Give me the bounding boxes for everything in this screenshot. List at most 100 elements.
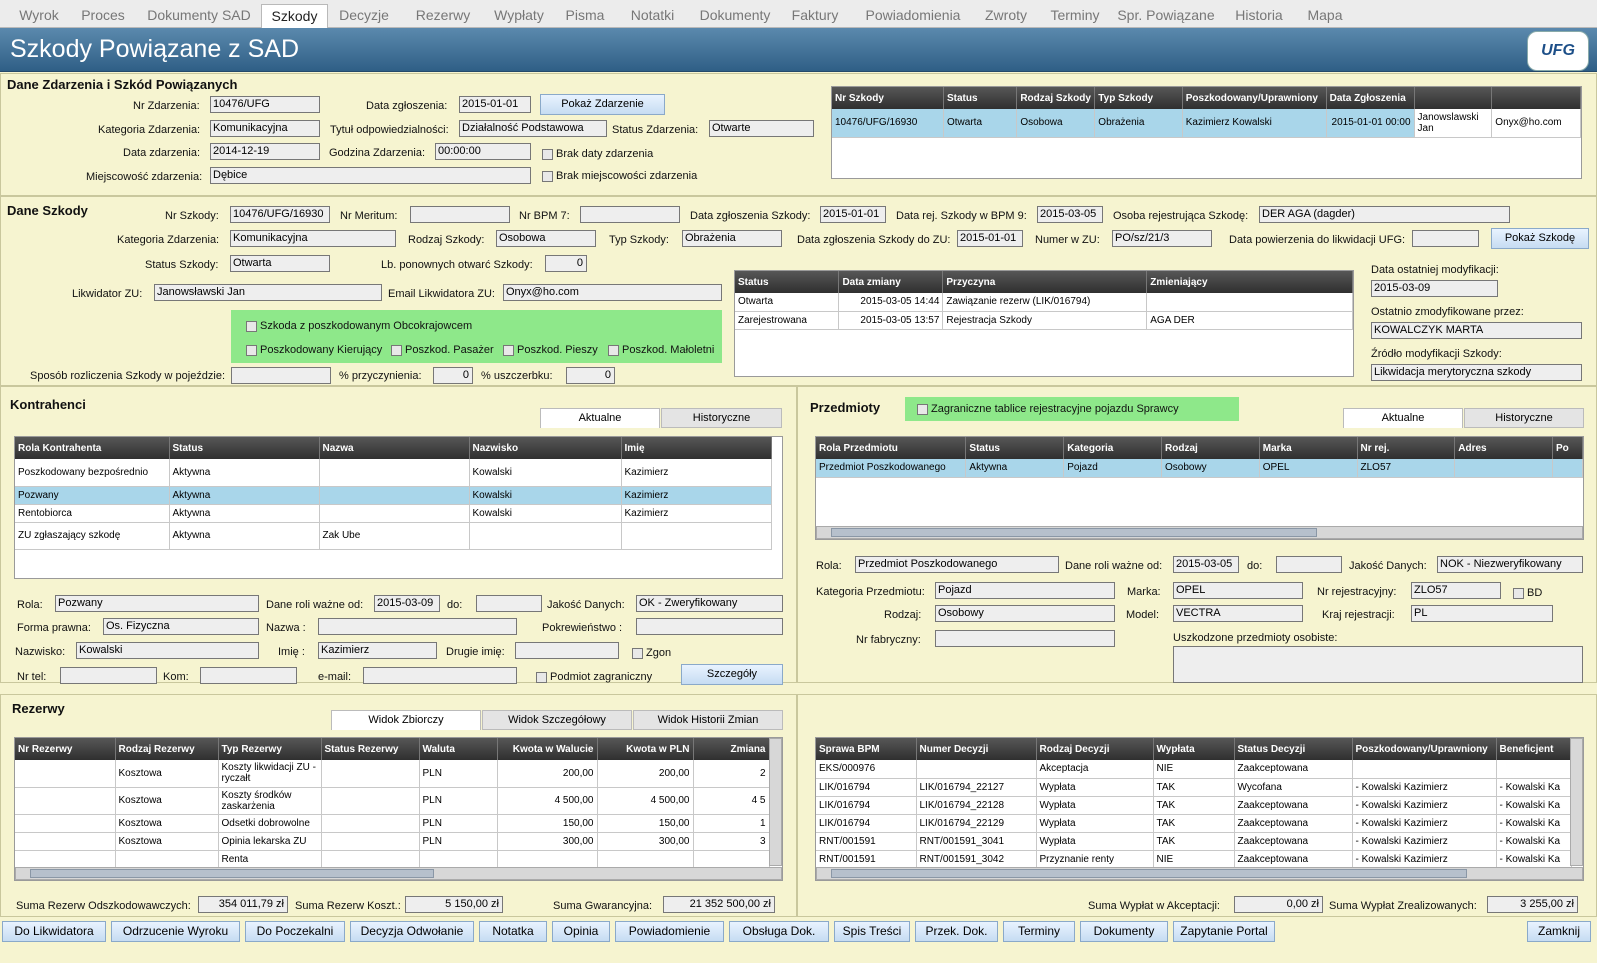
col-rodzaj-szkody[interactable]: Rodzaj Szkody xyxy=(1016,87,1096,109)
table-row[interactable]: LIK/016794 LIK/016794_22129 Wypłata TAK Zaak… xyxy=(816,814,1572,833)
data-zgloszenia-szkody-field[interactable]: 2015-01-01 xyxy=(820,206,886,223)
col-status[interactable]: Status xyxy=(735,271,840,293)
col-numer-decyzji[interactable]: Numer Decyzji xyxy=(916,738,1037,760)
zamknij-button[interactable]: Zamknij xyxy=(1527,921,1591,942)
table-row[interactable]: LIK/016794 LIK/016794_22127 Wypłata TAK Wyco… xyxy=(816,778,1572,797)
przedmioty-hscroll[interactable] xyxy=(816,526,1583,539)
godzina-zdarzenia-field[interactable]: 00:00:00 xyxy=(435,143,531,160)
col-data-zgloszenia[interactable]: Data Zgłoszenia xyxy=(1326,87,1415,109)
kontr-do-field[interactable] xyxy=(476,595,542,612)
tab-dokumenty-sad[interactable]: Dokumenty SAD xyxy=(140,4,258,28)
col-przyczyna[interactable]: Przyczyna xyxy=(942,271,1148,293)
sposob-rozliczenia-field[interactable] xyxy=(231,367,331,384)
table-row[interactable]: Kosztowa Koszty likwidacji ZU - ryczałt … xyxy=(15,760,770,788)
nr-rejestracyjny-field[interactable]: ZLO57 xyxy=(1411,582,1501,599)
brak-daty-checkbox[interactable] xyxy=(542,149,553,160)
table-row[interactable]: ZU zgłaszający szkodę Aktywna Zak Ube xyxy=(15,522,772,550)
col-rodzaj-decyzji[interactable]: Rodzaj Decyzji xyxy=(1036,738,1154,760)
przek-dok-button[interactable]: Przek. Dok. xyxy=(915,921,998,942)
do-poczekalni-button[interactable]: Do Poczekalni xyxy=(245,921,345,942)
kom-field[interactable] xyxy=(200,667,297,684)
rezerwy-tab-historii[interactable]: Widok Historii Zmian xyxy=(633,710,783,730)
typ-szkody-field[interactable]: Obrażenia xyxy=(682,230,782,247)
table-row[interactable]: EKS/000976 Akceptacja NIE Zaakceptowana xyxy=(816,760,1572,779)
uszczerbek-field[interactable]: 0 xyxy=(566,367,615,384)
rezerwy-hscroll[interactable] xyxy=(15,867,782,880)
podmiot-zagraniczny-checkbox[interactable] xyxy=(536,672,547,683)
table-row[interactable]: Kosztowa Opinia lekarska ZU PLN 300,00 3… xyxy=(15,832,770,851)
zagraniczne-tablice-checkbox[interactable] xyxy=(917,404,928,415)
col-rodzaj-rezerwy[interactable]: Rodzaj Rezerwy xyxy=(115,738,219,760)
kategoria-przedmiotu-field[interactable]: Pojazd xyxy=(935,582,1115,599)
col-waluta[interactable]: Waluta xyxy=(419,738,498,760)
rezerwy-vscroll[interactable] xyxy=(769,738,782,866)
tab-mapa[interactable]: Mapa xyxy=(1300,4,1350,28)
suma-rezerw-koszt-field[interactable]: 5 150,00 zł xyxy=(405,896,503,913)
kontrahenci-tab-historyczne[interactable]: Historyczne xyxy=(661,408,782,428)
col-rola[interactable]: Rola Kontrahenta xyxy=(15,437,170,459)
col-po[interactable]: Po xyxy=(1552,437,1583,459)
tab-spr-powiazane[interactable]: Spr. Powiązane xyxy=(1114,4,1218,28)
col-poszkodowany[interactable]: Poszkodowany/Uprawniony xyxy=(1182,87,1327,109)
nr-szkody-field[interactable]: 10476/UFG/16930 xyxy=(230,206,330,223)
table-row[interactable]: Zarejestrowana 2015-03-05 13:57 Rejestra… xyxy=(735,311,1353,330)
spis-tresci-button[interactable]: Spis Treści xyxy=(834,921,910,942)
pasazer-checkbox[interactable] xyxy=(391,345,402,356)
status-zdarzenia-field[interactable]: Otwarte xyxy=(709,120,814,137)
obsluga-dok-button[interactable]: Obsługa Dok. xyxy=(729,921,829,942)
col-nr-rezerwy[interactable]: Nr Rezerwy xyxy=(15,738,116,760)
terminy-button[interactable]: Terminy xyxy=(1003,921,1075,942)
tab-terminy[interactable]: Terminy xyxy=(1042,4,1108,28)
przedm-do-field[interactable] xyxy=(1276,556,1342,573)
tab-notatki[interactable]: Notatki xyxy=(620,4,685,28)
kierujacy-checkbox[interactable] xyxy=(246,345,257,356)
zrodlo-modyfikacji-field[interactable]: Likwidacja merytoryczna szkody xyxy=(1371,364,1582,381)
col-sprawa-bpm[interactable]: Sprawa BPM xyxy=(816,738,917,760)
maloletni-checkbox[interactable] xyxy=(608,345,619,356)
pokrewienstwo-field[interactable] xyxy=(636,618,783,635)
tab-powiadomienia[interactable]: Powiadomienia xyxy=(855,4,971,28)
bd-checkbox[interactable] xyxy=(1513,588,1524,599)
tab-faktury[interactable]: Faktury xyxy=(784,4,846,28)
zmodyfikowane-przez-field[interactable]: KOWALCZYK MARTA xyxy=(1371,322,1582,339)
szczegoly-button[interactable]: Szczegóły xyxy=(681,664,783,685)
col-marka[interactable]: Marka xyxy=(1259,437,1358,459)
col-zmieniajacy[interactable]: Zmieniający xyxy=(1146,271,1353,293)
tab-wyplaty[interactable]: Wypłaty xyxy=(486,4,552,28)
opinia-button[interactable]: Opinia xyxy=(552,921,610,942)
odrzucenie-wyroku-button[interactable]: Odrzucenie Wyroku xyxy=(111,921,240,942)
col-kwota-waluta[interactable]: Kwota w Walucie xyxy=(497,738,598,760)
suma-gwarancyjna-field[interactable]: 21 352 500,00 zł xyxy=(663,896,775,913)
col-status-decyzji[interactable]: Status Decyzji xyxy=(1234,738,1353,760)
tab-szkody[interactable]: Szkody xyxy=(261,4,328,28)
przedm-rola-field[interactable]: Przedmiot Poszkodowanego xyxy=(855,556,1059,573)
col-typ-szkody[interactable]: Typ Szkody xyxy=(1094,87,1183,109)
decyzje-vscroll[interactable] xyxy=(1570,738,1583,866)
col-status[interactable]: Status xyxy=(169,437,320,459)
table-row[interactable]: RNT/001591 RNT/001591_3042 Przyznanie rent… xyxy=(816,850,1572,869)
przedmioty-tab-historyczne[interactable]: Historyczne xyxy=(1464,408,1584,428)
tab-zwroty[interactable]: Zwroty xyxy=(976,4,1036,28)
table-row[interactable]: Otwarta 2015-03-05 14:44 Zawiązanie reze… xyxy=(735,293,1353,312)
col-wyplata[interactable]: Wypłata xyxy=(1153,738,1235,760)
nr-zdarzenia-field[interactable]: 10476/UFG xyxy=(210,96,320,113)
table-row[interactable]: 10476/UFG/16930 Otwarta Osobowa Obrażeni… xyxy=(832,109,1581,138)
przyczynienie-field[interactable]: 0 xyxy=(433,367,473,384)
nr-bpm7-field[interactable] xyxy=(580,206,680,223)
suma-rezerw-odszk-field[interactable]: 354 011,79 zł xyxy=(198,896,288,913)
kategoria-zdarzenia-field[interactable]: Komunikacyjna xyxy=(210,120,320,137)
imie-field[interactable]: Kazimierz xyxy=(318,642,437,659)
table-row[interactable]: Pozwany Aktywna Kowalski Kazimierz xyxy=(15,486,772,505)
table-row[interactable]: Poszkodowany bezpośrednio Aktywna Kowals… xyxy=(15,459,772,487)
kontr-dro-field[interactable]: 2015-03-09 xyxy=(374,595,440,612)
tab-decyzje[interactable]: Decyzje xyxy=(330,4,398,28)
email-likwidatora-field[interactable]: Onyx@ho.com xyxy=(503,284,722,301)
col-nazwa[interactable]: Nazwa xyxy=(319,437,470,459)
data-modyfikacji-field[interactable]: 2015-03-09 xyxy=(1371,280,1498,297)
data-zdarzenia-field[interactable]: 2014-12-19 xyxy=(210,143,320,160)
col-typ-rezerwy[interactable]: Typ Rezerwy xyxy=(218,738,322,760)
table-row[interactable]: Kosztowa Koszty środków zaskarżenia PLN … xyxy=(15,787,770,815)
powiadomienie-button[interactable]: Powiadomienie xyxy=(615,921,724,942)
col-kategoria[interactable]: Kategoria xyxy=(1063,437,1162,459)
table-row[interactable]: Kosztowa Odsetki dobrowolne PLN 150,00 1… xyxy=(15,814,770,833)
